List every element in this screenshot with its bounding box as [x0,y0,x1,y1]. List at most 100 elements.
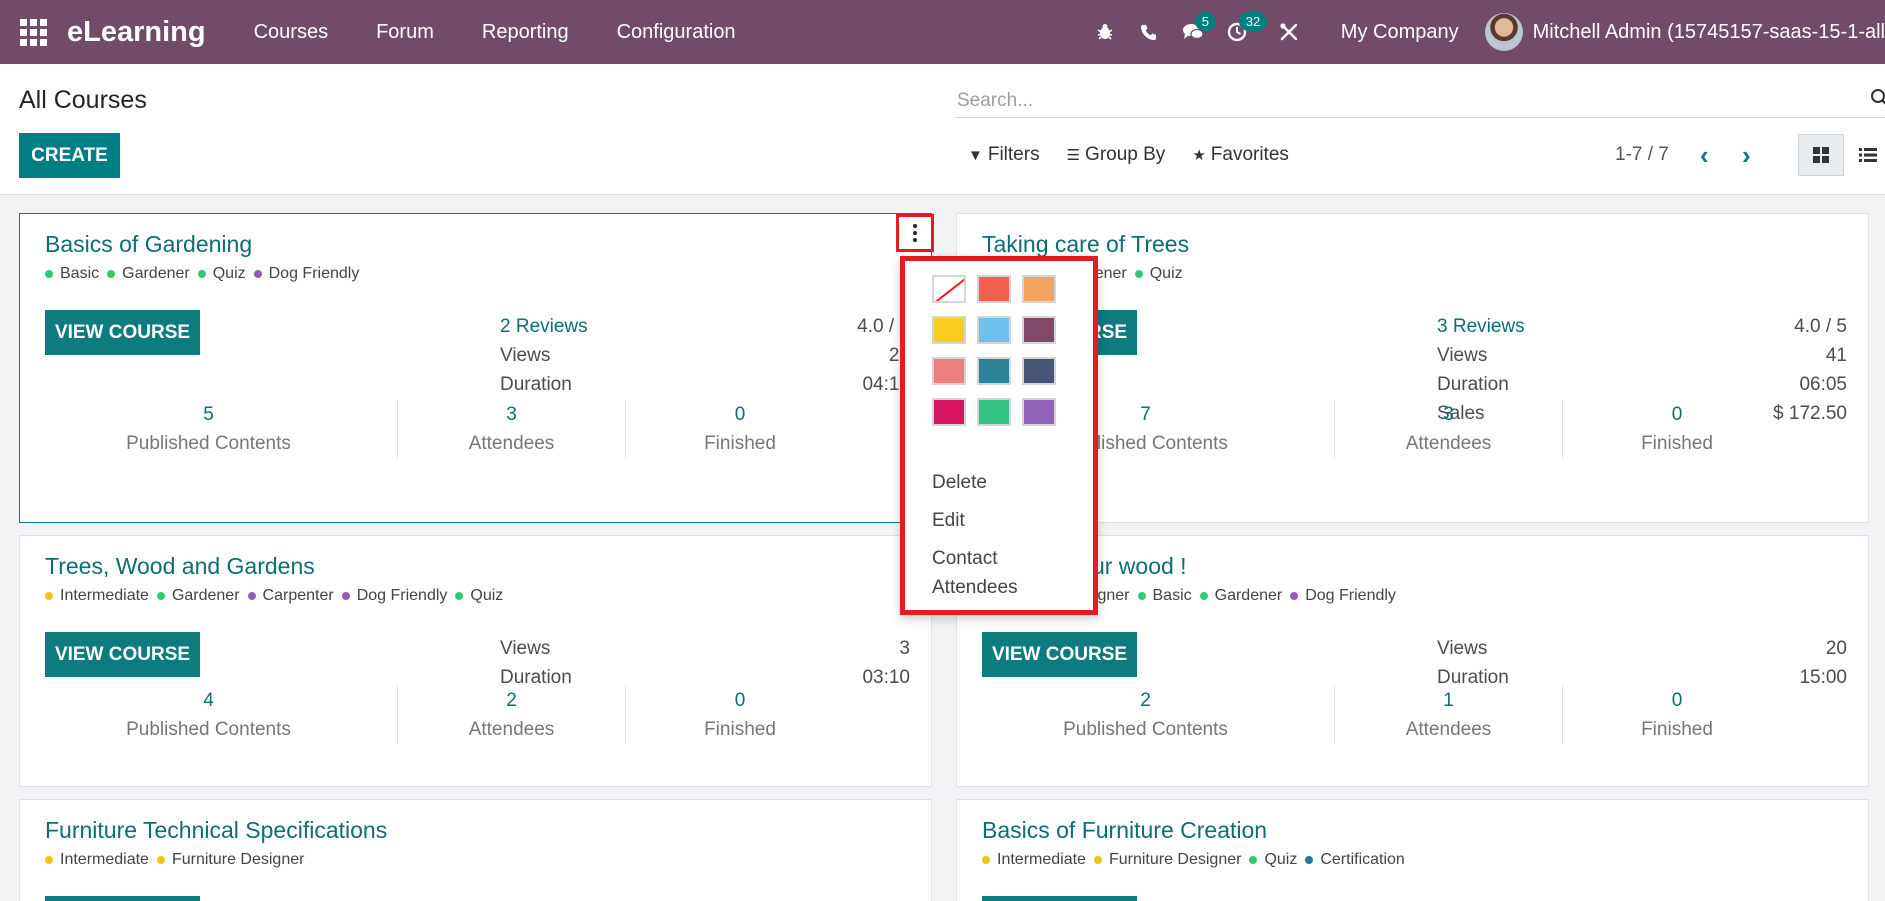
apps-menu-icon[interactable] [18,17,48,47]
create-button[interactable]: CREATE [19,133,120,178]
course-card[interactable]: Basics of Gardening Basic Gardener Quiz Dog … [19,213,932,523]
user-menu[interactable]: Mitchell Admin (15745157-saas-15-1-all [1533,21,1885,44]
color-swatch[interactable] [977,357,1011,385]
course-card[interactable]: Basics of Furniture Creation Intermediate… [956,799,1869,901]
filters-button[interactable]: ▼ Filters [968,144,1040,166]
course-card[interactable]: Trees, Wood and Gardens Intermediate Garde… [19,535,932,787]
tag-color-dot [45,270,53,278]
course-counters: 4 Published Contents 2 Attendees 0 Finished [20,686,933,744]
favorites-label: Favorites [1210,144,1289,165]
tag-color-dot [1137,592,1146,600]
menu-configuration[interactable]: Configuration [593,21,760,44]
counter-attendees[interactable]: 1 Attendees [1335,686,1563,744]
course-tag: Furniture Designer [1093,851,1241,869]
view-course-button[interactable]: VIEW COURSE [982,896,1137,901]
course-tags: Intermediate Gardener Carpenter Dog Friendl… [45,587,511,605]
delete-menu-item[interactable]: Delete [932,468,1018,497]
counter-caption: Published Contents [1063,719,1228,740]
color-picker [932,275,1056,426]
activity-count-badge: 32 [1238,12,1268,31]
counter-published-contents[interactable]: 5 Published Contents [20,400,398,458]
color-swatch[interactable] [1022,275,1056,303]
stat-label: Views [500,638,551,659]
course-stats: Views 3 Duration 03:10 [500,634,910,692]
color-swatch[interactable] [1022,316,1056,344]
course-title[interactable]: Basics of Furniture Creation [982,817,1267,844]
counter-finished[interactable]: 0 Finished [1563,400,1791,458]
tag-label: Gardener [122,265,190,282]
search-input[interactable] [955,84,1885,118]
color-swatch[interactable] [932,357,966,385]
view-course-button[interactable]: VIEW COURSE [45,632,200,677]
group-by-button[interactable]: ☰ Group By [1067,144,1166,166]
stat-label[interactable]: 3 Reviews [1437,312,1525,341]
company-switcher[interactable]: My Company [1311,21,1485,44]
stat-value: 4.0 / 5 [1794,316,1847,337]
tag-color-dot [197,270,206,278]
counter-finished[interactable]: 0 Finished [626,400,854,458]
activity-clock-icon[interactable]: 32 [1215,0,1268,64]
list-view-icon[interactable] [1848,134,1885,176]
pager-value[interactable]: 1-7 / 7 [1615,144,1669,166]
group-by-label: Group By [1085,144,1166,165]
stat-row: Views 3 [500,634,910,663]
counter-finished[interactable]: 0 Finished [1563,686,1791,744]
no-color-swatch[interactable] [932,275,966,303]
phone-icon[interactable] [1127,0,1171,64]
user-avatar[interactable] [1484,13,1523,51]
color-swatch[interactable] [932,316,966,344]
tools-icon[interactable] [1267,0,1311,64]
kanban-view-icon[interactable] [1798,134,1844,176]
counter-finished[interactable]: 0 Finished [626,686,854,744]
pager-previous-icon[interactable]: ‹ [1700,140,1709,171]
color-swatch[interactable] [932,398,966,426]
counter-attendees[interactable]: 3 Attendees [398,400,626,458]
menu-courses[interactable]: Courses [230,21,352,44]
view-course-button[interactable]: VIEW COURSE [45,310,200,355]
color-swatch[interactable] [977,275,1011,303]
course-title[interactable]: Furniture Technical Specifications [45,817,387,844]
counter-value: 0 [1671,690,1683,711]
menu-reporting[interactable]: Reporting [458,21,593,44]
color-swatch[interactable] [1022,357,1056,385]
counter-attendees[interactable]: 3 Attendees [1335,400,1563,458]
tag-label: Gardener [171,587,240,604]
course-tag: Certification [1305,851,1405,869]
page-title: All Courses [19,86,147,114]
stat-label[interactable]: 2 Reviews [500,312,588,341]
favorites-button[interactable]: ★ Favorites [1192,144,1289,166]
course-tag: Gardener [1199,587,1282,605]
tag-label: Quiz [212,265,246,282]
color-swatch[interactable] [977,398,1011,426]
contact-attendees-menu-item[interactable]: Contact Attendees [932,544,1018,602]
menu-forum[interactable]: Forum [352,21,458,44]
stat-value: 3 [899,638,910,659]
view-course-button[interactable]: VIEW COURSE [45,896,200,901]
stat-row: 2 Reviews 4.0 / 5 [500,312,910,341]
tag-color-dot [45,856,53,864]
counter-attendees[interactable]: 2 Attendees [398,686,626,744]
tag-color-dot [982,856,990,864]
course-tag: Carpenter [247,587,334,605]
messages-icon[interactable]: 5 [1171,0,1217,64]
color-swatch[interactable] [977,316,1011,344]
course-tag: Furniture Designer [156,851,304,869]
edit-menu-item[interactable]: Edit [932,506,1018,535]
card-dropdown-toggle[interactable] [896,214,934,252]
pager-next-icon[interactable]: › [1742,140,1751,171]
color-swatch[interactable] [1022,398,1056,426]
counter-published-contents[interactable]: 4 Published Contents [20,686,398,744]
course-card[interactable]: Furniture Technical Specifications Interm… [19,799,932,901]
tag-label: Dog Friendly [356,587,448,604]
counter-published-contents[interactable]: 2 Published Contents [957,686,1335,744]
stat-value: 41 [1825,345,1847,366]
tag-color-dot [1249,856,1258,864]
app-brand[interactable]: eLearning [67,16,206,49]
debug-bug-icon[interactable] [1083,0,1127,64]
course-title[interactable]: Trees, Wood and Gardens [45,553,315,580]
stat-label: Duration [1437,374,1509,395]
search-icon[interactable] [1870,88,1885,108]
view-course-button[interactable]: VIEW COURSE [982,632,1137,677]
course-title[interactable]: Taking care of Trees [982,231,1189,258]
course-title[interactable]: Basics of Gardening [45,231,252,258]
